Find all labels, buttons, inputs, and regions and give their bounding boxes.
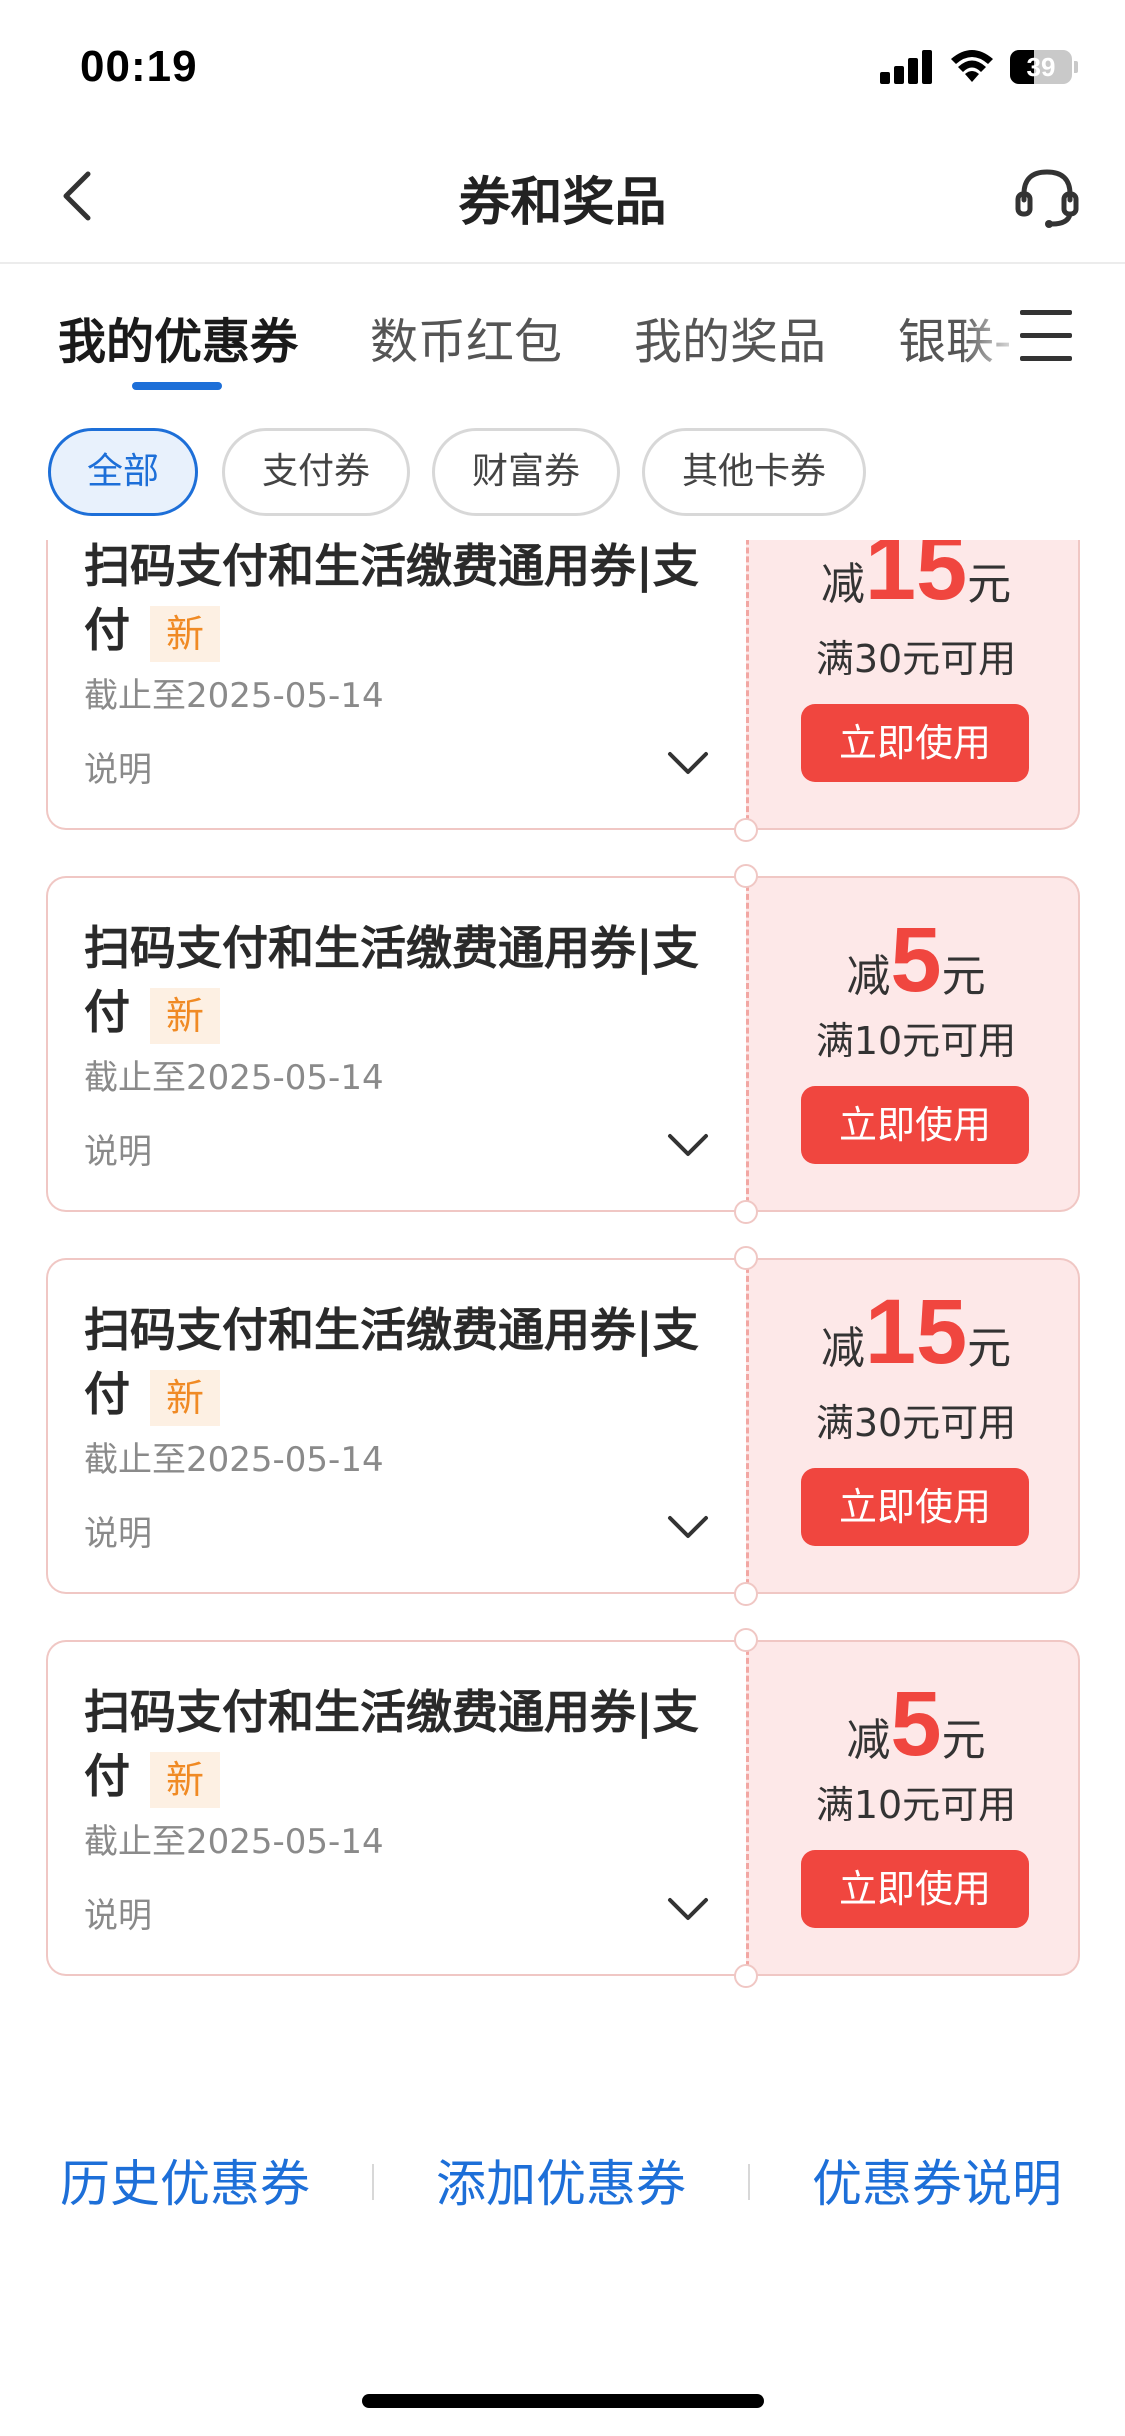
menu-icon[interactable] bbox=[1020, 310, 1072, 362]
divider bbox=[372, 2164, 374, 2200]
footer-links: 历史优惠券 添加优惠券 优惠券说明 bbox=[0, 2130, 1125, 2230]
coupon-title: 扫码支付和生活缴费通用券|支付新 bbox=[84, 916, 724, 1044]
customer-service-icon[interactable] bbox=[1012, 162, 1082, 232]
tab-bar: 我的优惠券 数币红包 我的奖品 银联- bbox=[0, 266, 1125, 396]
coupon-info-link[interactable]: 优惠券说明 bbox=[812, 2144, 1062, 2216]
coupon-card: 扫码支付和生活缴费通用券|支付新 截止至2025-05-14 说明 减5元 满1… bbox=[46, 1628, 1080, 1988]
nav-bar: 券和奖品 bbox=[0, 130, 1125, 264]
coupon-expiry: 截止至2025-05-14 bbox=[84, 1440, 384, 1480]
page-title: 券和奖品 bbox=[458, 173, 667, 233]
new-badge: 新 bbox=[150, 605, 221, 662]
tab-active-indicator bbox=[132, 382, 222, 390]
use-now-button[interactable]: 立即使用 bbox=[801, 1850, 1029, 1928]
use-now-button[interactable]: 立即使用 bbox=[801, 1468, 1029, 1546]
coupon-expiry: 截止至2025-05-14 bbox=[84, 676, 384, 716]
coupon-amount: 减15元 bbox=[820, 1281, 1012, 1383]
battery-level-text: 39 bbox=[1026, 52, 1056, 82]
coupon-amount: 减5元 bbox=[846, 1673, 986, 1775]
chip-payment-coupons[interactable]: 支付券 bbox=[222, 428, 410, 516]
new-badge: 新 bbox=[150, 1369, 221, 1426]
add-coupon-link[interactable]: 添加优惠券 bbox=[436, 2144, 686, 2216]
filter-chips: 全部 支付券 财富券 其他卡券 bbox=[0, 428, 1125, 520]
coupon-description-toggle[interactable]: 说明 bbox=[84, 1506, 152, 1555]
coupon-description-toggle[interactable]: 说明 bbox=[84, 1124, 152, 1173]
battery-icon: 39 bbox=[1010, 50, 1078, 84]
chip-wealth-coupons[interactable]: 财富券 bbox=[432, 428, 620, 516]
coupon-title: 扫码支付和生活缴费通用券|支付新 bbox=[84, 540, 724, 662]
coupon-title: 扫码支付和生活缴费通用券|支付新 bbox=[84, 1298, 724, 1426]
new-badge: 新 bbox=[150, 1751, 221, 1808]
coupon-list: 扫码支付和生活缴费通用券|支付新 截止至2025-05-14 说明 减15元 满… bbox=[0, 540, 1125, 2020]
signal-icon bbox=[880, 50, 936, 84]
new-badge: 新 bbox=[150, 987, 221, 1044]
coupon-expiry: 截止至2025-05-14 bbox=[84, 1822, 384, 1862]
chevron-down-icon[interactable] bbox=[666, 1130, 710, 1160]
status-bar: 00:19 39 bbox=[0, 0, 1125, 130]
coupon-expiry: 截止至2025-05-14 bbox=[84, 1058, 384, 1098]
chip-other-cards[interactable]: 其他卡券 bbox=[642, 428, 866, 516]
wifi-icon bbox=[951, 50, 993, 82]
history-coupons-link[interactable]: 历史优惠券 bbox=[60, 2144, 310, 2216]
coupon-amount: 减5元 bbox=[846, 909, 986, 1011]
coupon-condition: 满10元可用 bbox=[815, 1783, 1017, 1827]
divider bbox=[748, 2164, 750, 2200]
coupon-card: 扫码支付和生活缴费通用券|支付新 截止至2025-05-14 说明 减5元 满1… bbox=[46, 864, 1080, 1224]
chip-all[interactable]: 全部 bbox=[48, 428, 198, 516]
coupon-card: 扫码支付和生活缴费通用券|支付新 截止至2025-05-14 说明 减15元 满… bbox=[46, 540, 1080, 842]
home-indicator[interactable] bbox=[362, 2394, 764, 2408]
coupon-description-toggle[interactable]: 说明 bbox=[84, 742, 152, 791]
coupon-condition: 满30元可用 bbox=[815, 1401, 1017, 1445]
coupon-title: 扫码支付和生活缴费通用券|支付新 bbox=[84, 1680, 724, 1808]
chevron-down-icon[interactable] bbox=[666, 748, 710, 778]
chevron-down-icon[interactable] bbox=[666, 1512, 710, 1542]
use-now-button[interactable]: 立即使用 bbox=[801, 704, 1029, 782]
coupon-condition: 满30元可用 bbox=[815, 637, 1017, 681]
coupon-amount: 减15元 bbox=[820, 540, 1012, 619]
tab-digital-red-packets[interactable]: 数币红包 bbox=[370, 302, 562, 372]
tab-my-coupons[interactable]: 我的优惠券 bbox=[58, 302, 298, 372]
coupon-condition: 满10元可用 bbox=[815, 1019, 1017, 1063]
tab-my-prizes[interactable]: 我的奖品 bbox=[634, 302, 826, 372]
coupon-description-toggle[interactable]: 说明 bbox=[84, 1888, 152, 1937]
status-time: 00:19 bbox=[80, 42, 198, 91]
use-now-button[interactable]: 立即使用 bbox=[801, 1086, 1029, 1164]
coupon-card: 扫码支付和生活缴费通用券|支付新 截止至2025-05-14 说明 减15元 满… bbox=[46, 1246, 1080, 1606]
chevron-down-icon[interactable] bbox=[666, 1894, 710, 1924]
